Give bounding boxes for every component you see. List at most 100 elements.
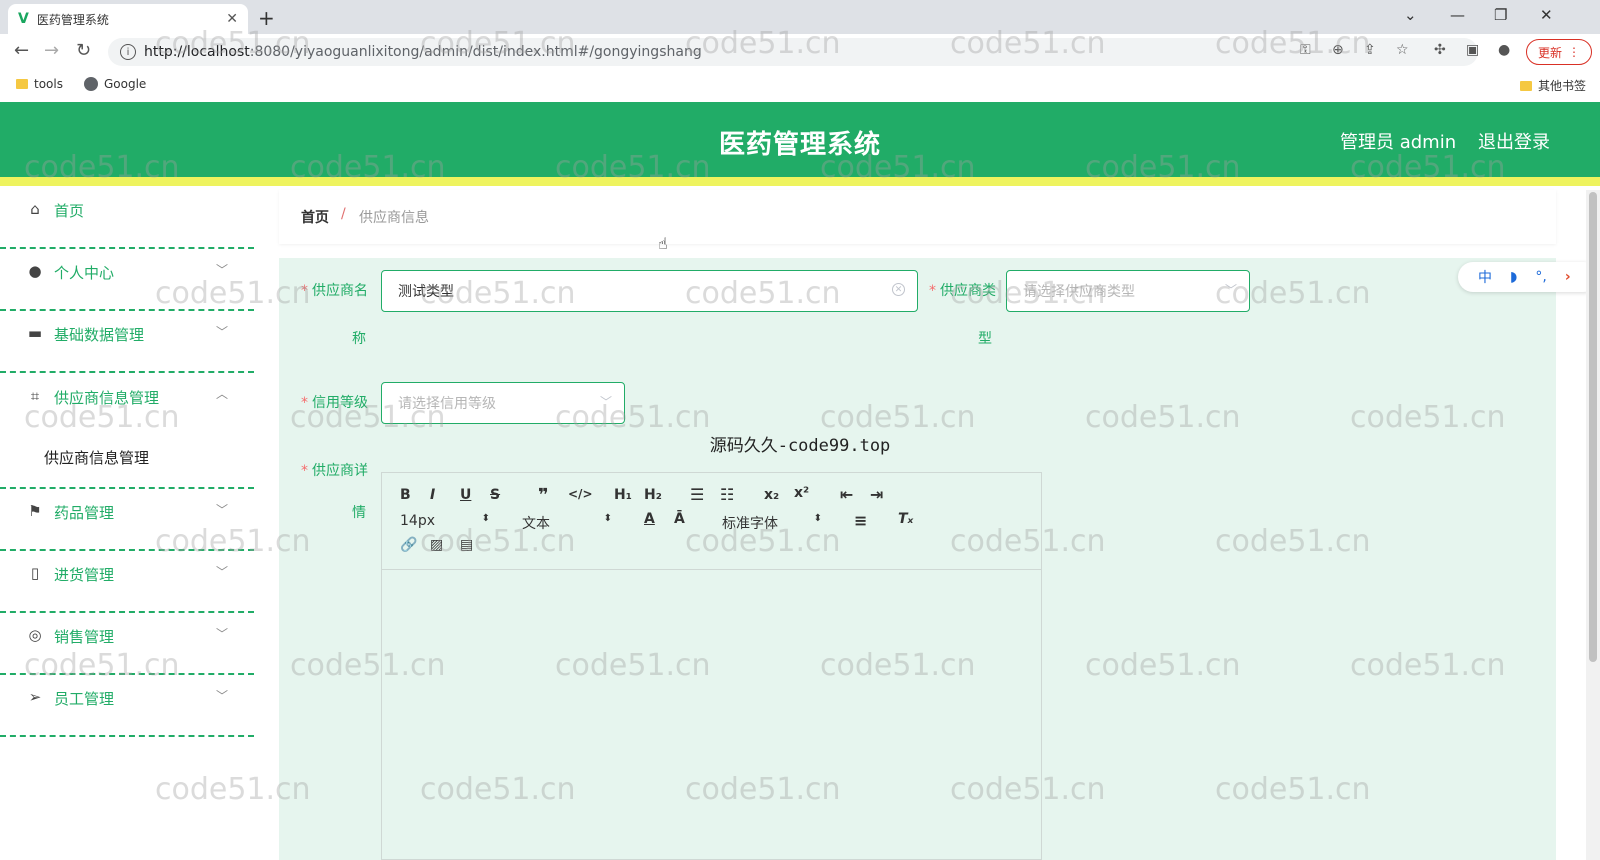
link-icon[interactable]: 🔗 [400,537,417,553]
blockquote-icon[interactable]: ❞ [538,485,549,506]
sidebar-item-purchase[interactable]: ▯ 进货管理 ﹀ [0,551,254,613]
mouse-pointer-icon: ☝ [658,234,668,253]
rich-text-editor[interactable]: B I U S ❞ </> H₁ H₂ ☰ ☷ x₂ x² ⇤ ⇥ 14px ⬍… [381,472,1042,860]
close-tab-icon[interactable]: ✕ [226,11,238,27]
side-panel-icon[interactable]: ▣ [1466,42,1479,58]
clear-icon[interactable]: ✕ [892,283,905,296]
url-input[interactable]: i http://localhost:8080/yiyaoguanlixiton… [108,38,1478,66]
bookmark-tools[interactable]: tools [16,77,63,91]
zoom-icon[interactable]: ⊕ [1332,42,1344,58]
required-mark: * [301,395,308,411]
share-icon[interactable]: ⇪ [1364,42,1376,58]
italic-icon[interactable]: I [430,487,435,503]
update-button[interactable]: 更新 ⋮ [1526,39,1592,65]
ime-moon-icon[interactable]: ◗ [1510,269,1517,285]
supplier-detail-label: * 供应商详 [290,450,368,492]
back-icon[interactable]: ← [14,40,29,61]
bookmark-label: tools [34,77,63,91]
app-header: 医药管理系统 管理员 admin 退出登录 [0,102,1600,186]
window-close-icon[interactable]: ✕ [1540,6,1553,24]
vue-favicon-icon: V [18,11,29,27]
crop-icon: ⌗ [30,387,40,405]
underline-icon[interactable]: U [460,487,471,503]
bookmark-label: 其他书签 [1538,79,1587,93]
restore-icon[interactable]: ❐ [1494,6,1507,24]
font-size-select[interactable]: 14px ⬍ [400,513,490,529]
outdent-icon[interactable]: ⇤ [840,485,853,504]
reload-icon[interactable]: ↻ [76,40,91,61]
key-icon[interactable]: ⚿ [1300,42,1311,58]
ime-punct-icon[interactable]: °, [1535,269,1546,285]
font-family-select[interactable]: 标准字体 ⬍ [722,513,822,533]
breadcrumb-separator: / [341,206,346,222]
supplier-name-value: 测试类型 [398,284,454,300]
supplier-type-select[interactable]: 请选择供应商类型 ﹀ [1006,270,1250,312]
breadcrumb-home[interactable]: 首页 [301,207,329,227]
credit-level-select[interactable]: 请选择信用等级 ﹀ [381,382,625,424]
browser-tab[interactable]: V 医药管理系统 ✕ [8,4,248,34]
url-host: http://localhost [144,44,250,60]
video-icon[interactable]: ▤ [460,537,473,553]
sidebar-item-personal[interactable]: ● 个人中心 ﹀ [0,249,254,311]
sidebar-item-label: 个人中心 [54,264,115,282]
ordered-list-icon[interactable]: ☰ [690,485,704,504]
image-icon[interactable]: ▨ [430,537,443,553]
forward-icon[interactable]: → [44,40,59,61]
ime-chinese-icon[interactable]: 中 [1478,267,1492,287]
monitor-icon: ▬ [27,324,43,342]
background-color-icon[interactable]: Ā [674,511,685,527]
clear-format-icon[interactable]: Tₓ [898,511,913,527]
profile-icon[interactable]: ● [1498,42,1510,58]
sidebar-item-drugs[interactable]: ⚑ 药品管理 ﹀ [0,489,254,551]
select-arrows-icon: ⬍ [481,513,490,524]
target-icon: ◎ [28,626,42,644]
sidebar-item-home[interactable]: ⌂ 首页 [0,187,254,249]
current-user: 管理员 admin [1340,132,1457,153]
watermark-text: 源码久久-code99.top [709,436,891,456]
supplier-name-label-cont: 称 [352,331,366,347]
header-stripe [0,177,1600,186]
bold-icon[interactable]: B [400,487,411,503]
sidebar-item-staff[interactable]: ➢ 员工管理 ﹀ [0,675,254,737]
strikethrough-icon[interactable]: S [490,487,500,503]
sidebar-item-label: 首页 [54,202,85,220]
scrollbar-thumb[interactable] [1589,192,1597,662]
superscript-icon[interactable]: x² [794,485,809,501]
extensions-icon[interactable]: ✣ [1434,42,1446,58]
align-icon[interactable]: ≡ [854,511,867,530]
supplier-type-placeholder: 请选择供应商类型 [1023,284,1135,300]
user-icon: ● [28,262,42,280]
new-tab-button[interactable]: + [258,6,275,30]
ime-arrow-icon[interactable]: › [1565,269,1571,285]
paragraph-select[interactable]: 文本 ⬍ [522,513,612,533]
supplier-name-input[interactable]: 测试类型 ✕ [381,270,918,312]
tab-title: 医药管理系统 [36,12,109,27]
font-size-value: 14px [400,513,435,529]
chevron-down-icon: ﹀ [215,263,228,277]
code-icon[interactable]: </> [568,487,593,501]
sidebar-item-label: 供应商信息管理 [54,389,160,407]
required-mark: * [301,283,308,299]
page-scrollbar[interactable] [1586,190,1600,860]
bookmark-other[interactable]: 其他书签 [1520,77,1586,94]
indent-icon[interactable]: ⇥ [870,485,883,504]
sidebar-item-sales[interactable]: ◎ 销售管理 ﹀ [0,613,254,675]
breadcrumb: 首页 / 供应商信息 [279,190,1556,244]
sidebar-item-basic-data[interactable]: ▬ 基础数据管理 ﹀ [0,311,254,373]
chevron-down-icon: ﹀ [599,395,612,409]
minimize-icon[interactable]: — [1450,6,1465,24]
bookmark-star-icon[interactable]: ☆ [1396,42,1409,58]
heading-1-icon[interactable]: H₁ [614,487,632,503]
tab-search-icon[interactable]: ⌄ [1404,6,1417,24]
bookmark-google[interactable]: Google [84,77,146,91]
logout-link[interactable]: 退出登录 [1478,128,1550,154]
subscript-icon[interactable]: x₂ [764,487,779,503]
supplier-name-label: * 供应商名 [290,270,368,312]
font-color-icon[interactable]: A [644,511,655,527]
site-info-icon[interactable]: i [120,44,136,60]
heading-2-icon[interactable]: H₂ [644,487,662,503]
bookmarks-bar: tools Google 其他书签 [0,70,1600,100]
bullet-list-icon[interactable]: ☷ [720,485,734,504]
chevron-up-icon: ︿ [215,387,228,401]
ime-toolbar[interactable]: 中 ◗ °, › [1458,262,1598,292]
